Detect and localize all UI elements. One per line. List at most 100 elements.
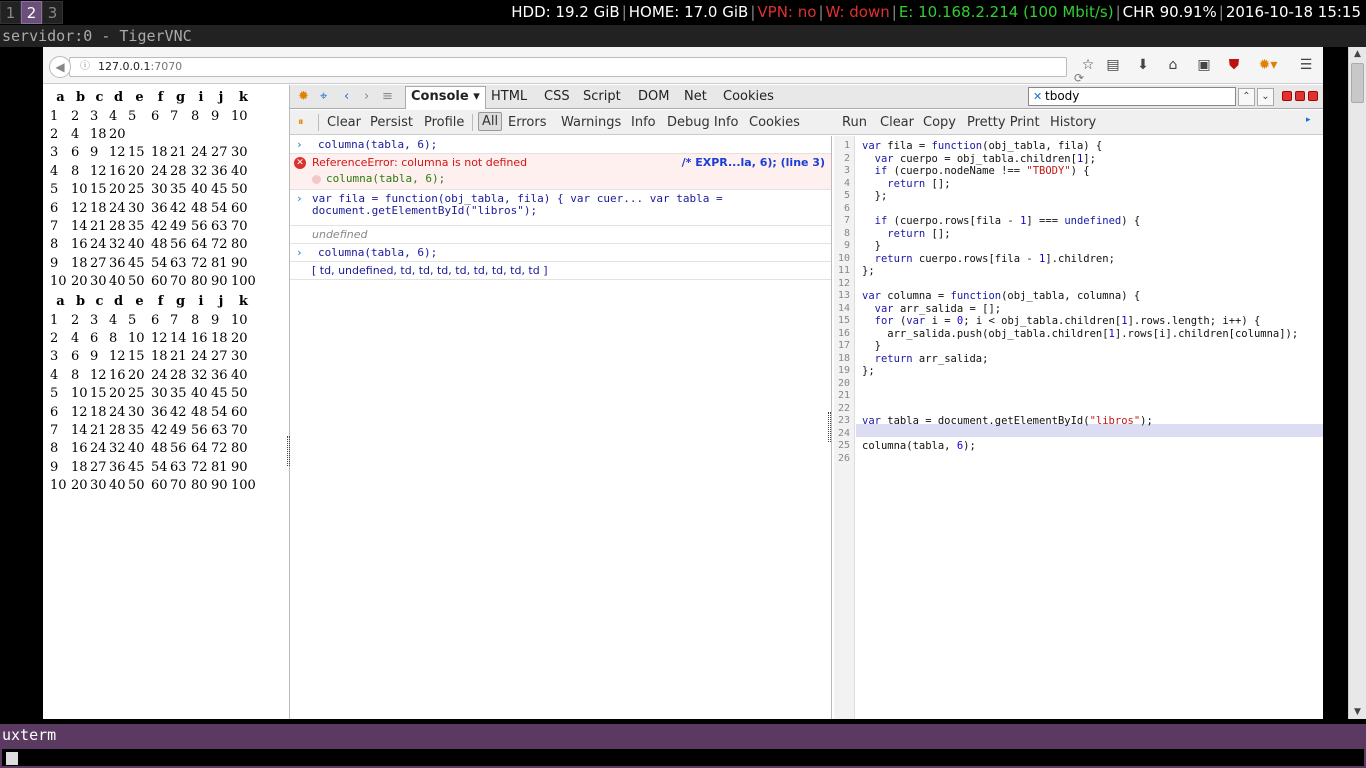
filter-all-button[interactable]: All xyxy=(478,112,503,131)
tab-console[interactable]: Console ▾ xyxy=(405,86,486,109)
table-cell: 32 xyxy=(109,237,126,253)
log-result[interactable]: [ td, undefined, td, td, td, td, td, td,… xyxy=(290,262,831,280)
code-line[interactable]: }; xyxy=(862,265,875,278)
error-location-link[interactable]: /* EXPR...la, 6); (line 3) xyxy=(682,157,825,169)
info-icon[interactable]: ⓘ xyxy=(80,58,90,76)
back-icon[interactable]: ‹ xyxy=(344,89,349,104)
firebug-icon[interactable]: ✹▾ xyxy=(1253,57,1283,73)
scroll-up-icon[interactable]: ▲ xyxy=(1349,47,1366,61)
code-line[interactable]: } xyxy=(862,340,881,353)
back-button[interactable]: ◀ xyxy=(49,56,71,78)
scrollbar-thumb[interactable] xyxy=(1351,63,1364,103)
home-icon[interactable]: ⌂ xyxy=(1163,57,1183,73)
table-row: 9 18 27 36 45 54 63 72 81 90 xyxy=(50,459,256,477)
table-cell: 6 xyxy=(90,330,99,346)
firebug-logo-icon[interactable]: ✹ xyxy=(298,89,309,104)
code-line[interactable]: if (cuerpo.nodeName !== "TBODY") { xyxy=(862,165,1090,178)
table-cell: 90 xyxy=(211,478,228,494)
filter-warnings-button[interactable]: Warnings xyxy=(561,115,621,130)
line-number: 25 xyxy=(837,440,850,451)
table-cell: 72 xyxy=(191,459,208,475)
panel-menu-icon[interactable]: ▸ xyxy=(1306,115,1311,125)
table-cell: 36 xyxy=(211,163,228,179)
table-cell: 15 xyxy=(90,182,107,198)
code-line[interactable]: var columna = function(obj_tabla, column… xyxy=(862,290,1140,303)
table-cell: 48 xyxy=(191,404,208,420)
tab-net[interactable]: Net xyxy=(684,89,707,104)
code-line[interactable]: var cuerpo = obj_tabla.children[1]; xyxy=(862,153,1096,166)
tab-dom[interactable]: DOM xyxy=(638,89,669,104)
pocket-icon[interactable]: ▣ xyxy=(1194,57,1214,73)
forward-icon[interactable]: › xyxy=(364,89,369,104)
tab-html[interactable]: HTML xyxy=(491,89,527,104)
table-cell: 60 xyxy=(231,404,248,420)
scroll-down-icon[interactable]: ▼ xyxy=(1349,705,1366,719)
workspace-2[interactable]: 2 xyxy=(21,1,42,24)
filter-info-button[interactable]: Info xyxy=(631,115,656,130)
persist-button[interactable]: Persist xyxy=(370,115,413,130)
filter-debug-info-button[interactable]: Debug Info xyxy=(667,115,739,130)
pretty-print-button[interactable]: Pretty Print xyxy=(967,115,1040,130)
search-prev-button[interactable]: ⌃ xyxy=(1238,88,1255,106)
menu-icon[interactable]: ☰ xyxy=(1296,57,1316,73)
code-line[interactable]: return []; xyxy=(862,178,950,191)
code-line[interactable]: columna(tabla, 6); xyxy=(862,440,976,453)
tab-cookies[interactable]: Cookies xyxy=(723,89,774,104)
filter-cookies-button[interactable]: Cookies xyxy=(749,115,800,130)
code-line[interactable]: if (cuerpo.rows[fila - 1] === undefined)… xyxy=(862,215,1141,228)
code-line[interactable]: return arr_salida; xyxy=(862,353,989,366)
ublock-icon[interactable]: ⛊ xyxy=(1224,57,1244,73)
copy-button[interactable]: Copy xyxy=(923,115,956,130)
code-line[interactable]: } xyxy=(862,240,881,253)
editor-splitter-handle[interactable] xyxy=(828,412,831,442)
tab-script[interactable]: Script xyxy=(583,89,621,104)
profile-button[interactable]: Profile xyxy=(424,115,464,130)
close-firebug-icon[interactable] xyxy=(1308,91,1318,101)
break-on-errors-icon[interactable]: ⏸ xyxy=(298,115,304,129)
log-command[interactable]: › columna(tabla, 6); xyxy=(290,136,831,154)
detach-firebug-icon[interactable] xyxy=(1295,91,1305,101)
table-cell: 60 xyxy=(151,478,168,494)
code-line[interactable]: return []; xyxy=(862,228,950,241)
minimize-firebug-icon[interactable] xyxy=(1282,91,1292,101)
wifi-status: W: down xyxy=(825,3,890,21)
code-line[interactable]: }; xyxy=(862,365,875,378)
clear-button[interactable]: Clear xyxy=(327,115,361,130)
filter-errors-button[interactable]: Errors xyxy=(508,115,546,130)
command-editor[interactable]: 1 2 3 4 5 6 7 8 9 10 11 12 13 14 15 16 17 18 19 20 21 22 23 24 2… xyxy=(828,136,1323,719)
firebug-search-input[interactable]: ✕ tbody xyxy=(1028,87,1236,106)
code-line[interactable]: var fila = function(obj_tabla, fila) { xyxy=(862,140,1102,153)
vnc-scrollbar[interactable]: ▲ ▼ xyxy=(1348,47,1366,719)
reading-list-icon[interactable]: ▤ xyxy=(1103,57,1123,73)
code-line[interactable]: for (var i = 0; i < obj_tabla.children[1… xyxy=(862,315,1261,328)
prompt-icon: › xyxy=(296,192,303,205)
editor-clear-button[interactable]: Clear xyxy=(880,115,914,130)
uxterm-terminal[interactable] xyxy=(0,747,1366,768)
workspace-1[interactable]: 1 xyxy=(0,1,21,24)
code-line[interactable]: arr_salida.push(obj_tabla.children[1].ro… xyxy=(862,328,1298,341)
multiplication-table-1: abcdefgijk 1 2 3 4 5 6 7 8 9 10 2 4 18 20 3 6 9 12 15 18 21 2… xyxy=(50,89,256,291)
code-line[interactable]: var arr_salida = []; xyxy=(862,303,1001,316)
code-line[interactable]: var tabla = document.getElementById("lib… xyxy=(862,415,1153,428)
run-button[interactable]: Run xyxy=(842,115,867,130)
table-cell: 1 xyxy=(50,108,59,124)
inspect-icon[interactable]: ⌖ xyxy=(320,89,327,104)
search-next-button[interactable]: ⌄ xyxy=(1257,88,1274,106)
workspace-3[interactable]: 3 xyxy=(42,1,63,24)
table-cell: 12 xyxy=(90,163,107,179)
code-line[interactable]: return cuerpo.rows[fila - 1].children; xyxy=(862,253,1115,266)
command-history-icon[interactable]: ≡ xyxy=(382,89,393,104)
download-icon[interactable]: ⬇ xyxy=(1133,57,1153,73)
log-command[interactable]: › var fila = function(obj_tabla, fila) {… xyxy=(290,190,831,226)
code-line[interactable]: }; xyxy=(862,190,888,203)
url-bar[interactable]: ⓘ 127.0.0.1:7070 ⟳ xyxy=(69,57,1084,85)
tab-css[interactable]: CSS xyxy=(544,89,570,104)
table-cell: 64 xyxy=(191,237,208,253)
column-header: f xyxy=(157,294,164,310)
history-button[interactable]: History xyxy=(1050,115,1096,130)
splitter-handle[interactable] xyxy=(287,436,290,466)
log-error[interactable]: ✕ ReferenceError: columna is not defined… xyxy=(290,154,831,190)
log-command[interactable]: › columna(tabla, 6); xyxy=(290,244,831,262)
clear-search-icon[interactable]: ✕ xyxy=(1033,88,1042,105)
star-icon[interactable]: ☆ xyxy=(1078,57,1098,73)
